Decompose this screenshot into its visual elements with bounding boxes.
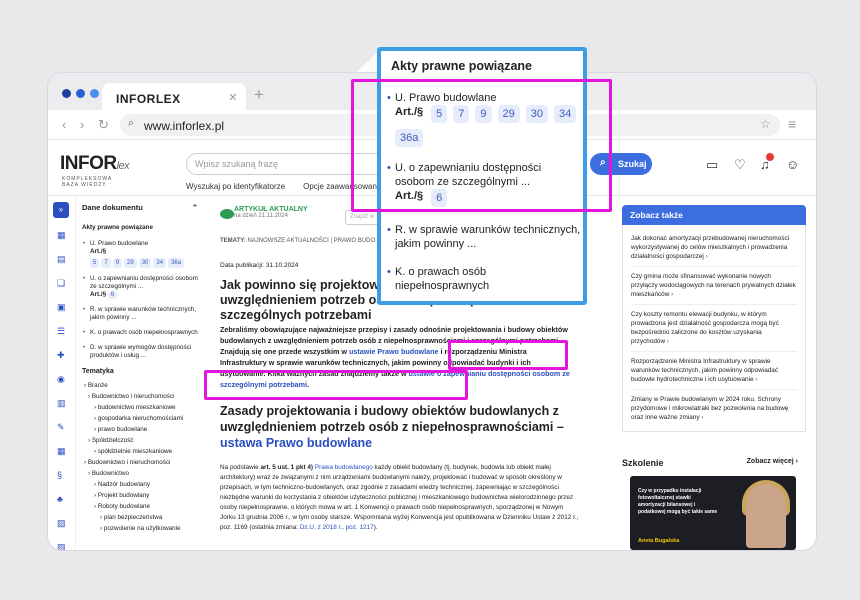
chevron-up-icon[interactable]: ⌃ [192,204,198,212]
topic-item[interactable]: › Budownictwo i nieruchomości [82,393,200,401]
grid-icon[interactable]: ▦ [57,230,66,241]
topic-item[interactable]: › Roboty budowlane [82,503,200,511]
tag-link[interactable]: NAJNOWSZE AKTUALNOŚCI | PRAWO BUDO... [247,238,380,244]
see-also-item[interactable]: Jak dokonać amortyzacji przebudowanej ni… [631,229,797,267]
back-icon[interactable]: ‹ [62,117,66,132]
body-link[interactable]: Prawa budowlanego [315,464,373,471]
paragraph-icon[interactable]: § [57,470,62,480]
reload-icon[interactable]: ↻ [98,117,109,133]
topic-item[interactable]: › Budownictwo i nieruchomości [82,459,200,467]
act-item[interactable]: D. w sprawie wymogów dostępności produkt… [82,344,200,360]
list-icon[interactable]: ☰ [57,326,65,337]
see-also-item[interactable]: Zmiany w Prawie budowlanym w 2024 roku. … [631,390,797,427]
briefcase-icon[interactable]: ▨ [57,542,66,550]
section-heading: Zasady projektowania i budowy obiektów b… [220,404,564,450]
article-chip[interactable]: 5 [90,258,100,268]
highlight-link-1 [448,340,568,370]
act-item[interactable]: K. o prawach osób niepełnosprawnych [82,329,200,337]
forward-icon[interactable]: › [80,117,84,132]
topic-item[interactable]: › plan bezpieczeństwa [82,514,200,522]
heart-icon[interactable]: ♡ [734,157,746,173]
document-data-header[interactable]: Dane dokumentu ⌃ [82,204,200,212]
popup-act-item[interactable]: K. o prawach osób niepełnosprawnych [387,265,581,293]
see-also-panel: Zobacz także Jak dokonać amortyzacji prz… [622,205,806,432]
logo[interactable]: INFORlex KOMPLEKSOWA BAZA WIEDZY [60,153,130,188]
topic-item[interactable]: › Spółdzielczość [82,437,200,445]
notification-badge [766,153,774,161]
article-chip[interactable]: 34 [153,258,167,268]
user-icon[interactable]: ☺ [786,157,799,172]
act-item[interactable]: R. w sprawie warunków technicznych, jaki… [82,306,200,322]
act-item[interactable]: U. Prawo budowlaneArt./§ 57929303436a [82,240,200,268]
see-also-title: Zobacz także [622,205,806,225]
see-also-item[interactable]: Czy koszty remontu elewacji budynku, w k… [631,305,797,352]
close-icon[interactable]: ✕ [228,91,238,104]
highlight-popup-acts [351,79,612,212]
article-chip[interactable]: 7 [101,258,111,268]
topic-item[interactable]: › Projekt budowlany [82,492,200,500]
training-text: Czy w przypadku instalacji fotowoltaiczn… [638,488,718,515]
popup-title: Akty prawne powiązane [391,59,533,73]
topic-item[interactable]: › Nadzór budowlany [82,481,200,489]
url-text: www.inforlex.pl [144,119,225,133]
publication-date: Data publikacji: 31.10.2024 [220,262,299,269]
see-more-link[interactable]: Zobacz więcej › [747,458,798,465]
article-chip[interactable]: 36a [168,258,185,268]
training-banner[interactable]: Czy w przypadku instalacji fotowoltaiczn… [630,476,796,550]
document-icon[interactable]: ▤ [57,254,66,265]
article-chip[interactable]: 29 [124,258,137,268]
article-chip[interactable]: 30 [138,258,152,268]
act-item[interactable]: U. o zapewnianiu dostępności osobom ze s… [82,275,200,299]
article-body: Na podstawie art. 5 ust. 1 pkt 4) Prawa … [220,464,579,531]
heading-link[interactable]: ustawa Prawo budowlane [220,436,372,450]
pen-icon[interactable]: ✎ [57,422,65,433]
circle-icon[interactable]: ◉ [57,374,65,385]
gift-icon[interactable]: ✚ [57,350,65,361]
search-icon: ⌕ [128,117,135,129]
document-data-panel: Dane dokumentu⌃ Akty prawne powiązane U.… [82,204,200,536]
status-badge: ARTYKUŁ AKTUALNY na dzień 21.11.2024 [220,206,308,219]
check-icon [220,209,234,219]
chart-icon[interactable]: ▧ [57,518,66,529]
search-by-id-link[interactable]: Wyszukaj po identyfikatorze [186,182,285,191]
acts-title: Akty prawne powiązane [82,224,154,231]
topic-item[interactable]: › Budownictwo [82,470,200,478]
body-link[interactable]: Dz.U. z 2018 r., poz. 1217 [300,524,374,531]
tab-title: INFORLEX [116,92,181,106]
side-rail: » ▦ ▤ ❏ ▣ ☰ ✚ ◉ ▥ ✎ ▦ § ♣ ▧ ▨ ⊞ ✆ [48,196,76,550]
calendar-icon[interactable]: ▥ [57,398,66,409]
team-icon[interactable]: ♣ [57,494,63,504]
topic-item[interactable]: › pozwolenie na użytkowanie [82,525,200,533]
book-icon[interactable]: ▣ [57,302,66,313]
highlight-link-2 [204,370,468,400]
copy-icon[interactable]: ❏ [57,278,65,289]
article-chip[interactable]: 9 [112,258,123,268]
topic-item[interactable]: › spółdzielnie mieszkaniowe [82,448,200,456]
menu-icon[interactable]: ≡ [788,116,796,132]
trainer-name: Aneta Bugalska [638,538,680,544]
browser-tab[interactable]: INFORLEX ✕ [102,83,246,110]
topic-item[interactable]: › Branże [82,382,200,390]
see-also-item[interactable]: Czy gmina może sfinansować wykonanie now… [631,267,797,305]
article-tags: TEMATY: NAJNOWSZE AKTUALNOŚCI | PRAWO BU… [220,238,381,244]
topic-item[interactable]: › prawo budowlane [82,426,200,434]
new-tab-icon[interactable]: + [254,85,264,105]
window-controls[interactable] [62,89,99,98]
logo-subtitle: KOMPLEKSOWA BAZA WIEDZY [62,176,112,188]
topics-title: Tematyka [82,368,114,375]
table-icon[interactable]: ▦ [57,446,66,457]
expand-icon[interactable]: » [53,202,69,218]
topic-item[interactable]: › budownictwo mieszkaniowe [82,404,200,412]
see-also-item[interactable]: Rozporządzenie Ministra Infrastruktury w… [631,352,797,390]
popup-act-item[interactable]: R. w sprawie warunków technicznych, jaki… [387,223,581,251]
link-prawo-budowlane[interactable]: ustawie Prawo budowlane [349,347,438,356]
topic-item[interactable]: › gospodarka nieruchomościami [82,415,200,423]
article-chip[interactable]: 6 [107,291,118,299]
star-icon[interactable]: ☆ [760,117,771,131]
chat-icon[interactable]: ▭ [706,157,718,173]
training-panel: Szkolenie Zobacz więcej › Czy w przypadk… [622,454,806,550]
